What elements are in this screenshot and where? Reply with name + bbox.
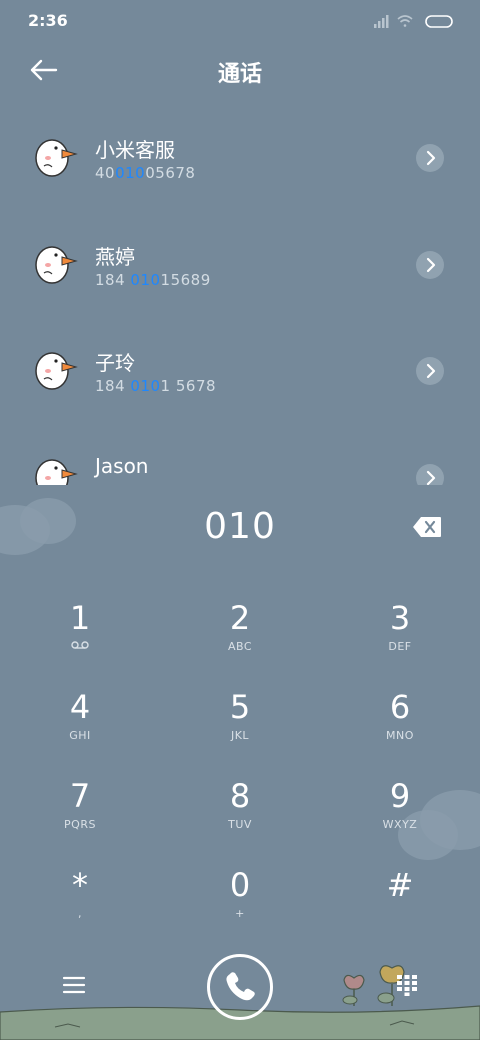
key-9[interactable]: 9 WXYZ (340, 778, 460, 858)
hamburger-menu-icon (62, 976, 86, 994)
key-letters: GHI (69, 729, 91, 742)
duck-avatar (35, 139, 78, 177)
key-digit: 8 (229, 777, 251, 815)
contact-row[interactable]: 燕婷 184 01015689 (0, 217, 480, 317)
key-letters: DEF (388, 640, 412, 653)
header: 通话 (0, 48, 480, 94)
contact-name: 燕婷 (95, 245, 135, 269)
key-6[interactable]: 6 MNO (340, 689, 460, 769)
key-digit: 7 (69, 777, 91, 815)
chevron-right-icon (426, 257, 436, 273)
call-button[interactable] (207, 954, 273, 1020)
contact-detail-button[interactable] (416, 357, 444, 385)
duck-avatar (35, 246, 78, 284)
page-title: 通话 (217, 62, 262, 87)
contact-detail-button[interactable] (416, 464, 444, 485)
backspace-icon (413, 517, 441, 537)
key-letters: MNO (386, 729, 414, 742)
duck-avatar (35, 352, 78, 390)
status-time: 2:36 (28, 11, 68, 30)
key-digit: 0 (229, 866, 251, 904)
key-letters: WXYZ (382, 818, 418, 831)
phone-icon (226, 972, 255, 1001)
key-digit: # (386, 866, 414, 904)
key-5[interactable]: 5 JKL (180, 689, 300, 769)
chevron-right-icon (426, 363, 436, 379)
chevron-right-icon (426, 150, 436, 166)
key-digit: 3 (389, 599, 411, 637)
contact-list: 小米客服 4001005678 燕婷 184 01015689 子玲 184 0… (0, 110, 480, 485)
contact-name: Jason (95, 454, 149, 478)
key-digit: 6 (389, 688, 411, 726)
key-letters: ABC (227, 640, 253, 653)
contact-number: 184 0101 5678 (95, 377, 217, 395)
contact-number: 184 01015689 (95, 271, 211, 289)
key-digit: 5 (229, 688, 251, 726)
status-icons (374, 12, 454, 34)
wifi-icon (397, 15, 413, 27)
bottom-bar (0, 950, 480, 1040)
chevron-right-icon (426, 470, 436, 485)
dial-number-display[interactable]: 010 (0, 506, 480, 547)
key-8[interactable]: 8 TUV (180, 778, 300, 858)
key-4[interactable]: 4 GHI (20, 689, 140, 769)
signal-icon (374, 15, 389, 28)
battery-icon (425, 15, 453, 28)
key-star[interactable]: * , (20, 867, 140, 947)
key-letters: TUV (228, 818, 252, 831)
key-digit: 1 (69, 599, 91, 637)
contact-detail-button[interactable] (416, 251, 444, 279)
key-0[interactable]: 0 + (180, 867, 300, 947)
key-letters: + (235, 907, 245, 920)
status-bar: 2:36 (0, 0, 480, 40)
key-letters: , (78, 907, 82, 920)
contact-number: 4001005678 (95, 164, 196, 182)
key-hash[interactable]: # (340, 867, 460, 947)
contact-name: 小米客服 (95, 138, 175, 162)
contact-row[interactable]: Jason (0, 430, 480, 485)
keypad-toggle-button[interactable] (396, 974, 418, 996)
voicemail-icon (20, 640, 140, 653)
dialpad-icon (397, 975, 417, 996)
key-2[interactable]: 2 ABC (180, 600, 300, 680)
key-digit: 4 (69, 688, 91, 726)
backspace-button[interactable] (412, 516, 442, 538)
key-digit: 9 (389, 777, 411, 815)
duck-avatar (35, 459, 78, 485)
dial-entry: 010 (0, 500, 480, 556)
contact-row[interactable]: 子玲 184 0101 5678 (0, 323, 480, 423)
key-3[interactable]: 3 DEF (340, 600, 460, 680)
key-digit: 2 (229, 599, 251, 637)
contact-detail-button[interactable] (416, 144, 444, 172)
key-7[interactable]: 7 PQRS (20, 778, 140, 858)
key-letters: PQRS (64, 818, 96, 831)
contact-row[interactable]: 小米客服 4001005678 (0, 110, 480, 210)
contact-name: 子玲 (95, 351, 135, 375)
key-1[interactable]: 1 (20, 600, 140, 680)
menu-button[interactable] (62, 975, 86, 995)
key-digit: * (72, 866, 88, 904)
key-letters: JKL (230, 729, 250, 742)
